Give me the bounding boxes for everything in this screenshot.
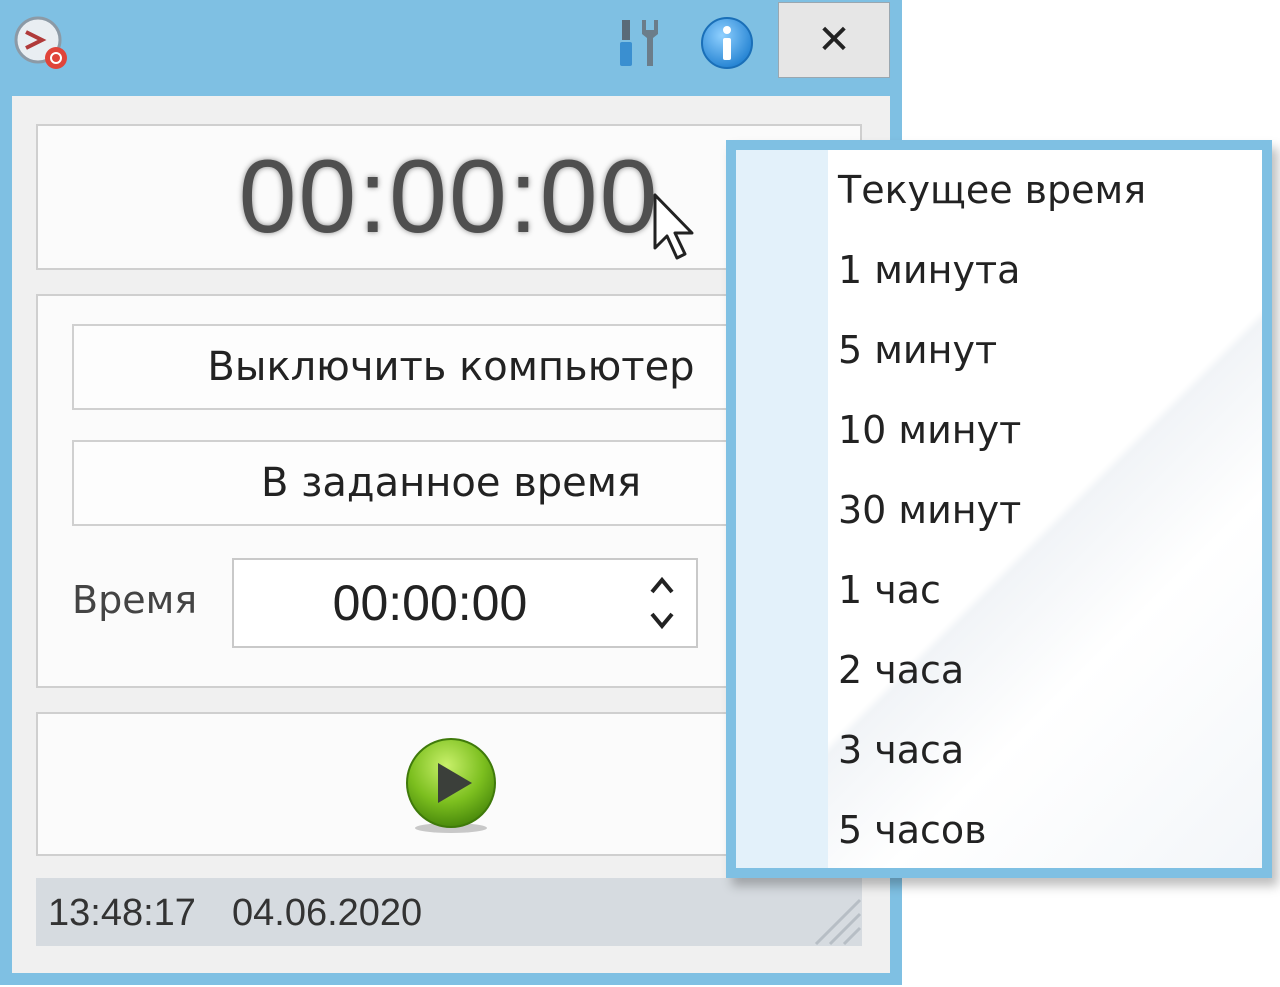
title-bar[interactable]: ✕ xyxy=(0,0,902,92)
tools-icon[interactable] xyxy=(612,14,670,72)
close-button[interactable]: ✕ xyxy=(778,2,890,78)
status-date: 04.06.2020 xyxy=(232,892,423,934)
close-icon: ✕ xyxy=(817,17,851,63)
resize-grip-icon[interactable] xyxy=(802,886,862,946)
menu-item-1-hour[interactable]: 1 час xyxy=(838,550,941,630)
menu-item-10-minutes[interactable]: 10 минут xyxy=(838,390,1021,470)
app-shutdown-icon xyxy=(12,14,70,72)
status-bar: 13:48:17 04.06.2020 xyxy=(36,878,862,946)
menu-item-1-minute[interactable]: 1 минута xyxy=(838,230,1020,310)
menu-item-30-minutes[interactable]: 30 минут xyxy=(838,470,1021,550)
menu-item-5-minutes[interactable]: 5 минут xyxy=(838,310,997,390)
menu-item-3-hours[interactable]: 3 часа xyxy=(838,710,964,790)
chevron-down-icon[interactable] xyxy=(644,606,680,636)
menu-item-2-hours[interactable]: 2 часа xyxy=(838,630,964,710)
dropdown-body: Текущее время 1 минута 5 минут 10 минут … xyxy=(736,150,1262,868)
info-icon[interactable] xyxy=(698,14,756,72)
play-icon xyxy=(406,738,496,833)
preset-dropdown-menu: Текущее время 1 минута 5 минут 10 минут … xyxy=(726,140,1272,878)
menu-item-5-hours[interactable]: 5 часов xyxy=(838,790,987,870)
chevron-up-icon[interactable] xyxy=(644,570,680,600)
status-time: 13:48:17 xyxy=(48,892,196,934)
mode-select-button[interactable]: В заданное время xyxy=(72,440,830,526)
time-input[interactable]: 00:00:00 xyxy=(232,558,698,648)
menu-item-current-time[interactable]: Текущее время xyxy=(838,150,1146,230)
time-label: Время xyxy=(72,578,198,622)
play-button[interactable] xyxy=(402,736,500,834)
menu-gutter xyxy=(736,150,828,868)
action-select-button[interactable]: Выключить компьютер xyxy=(72,324,830,410)
time-value[interactable]: 00:00:00 xyxy=(234,560,626,646)
